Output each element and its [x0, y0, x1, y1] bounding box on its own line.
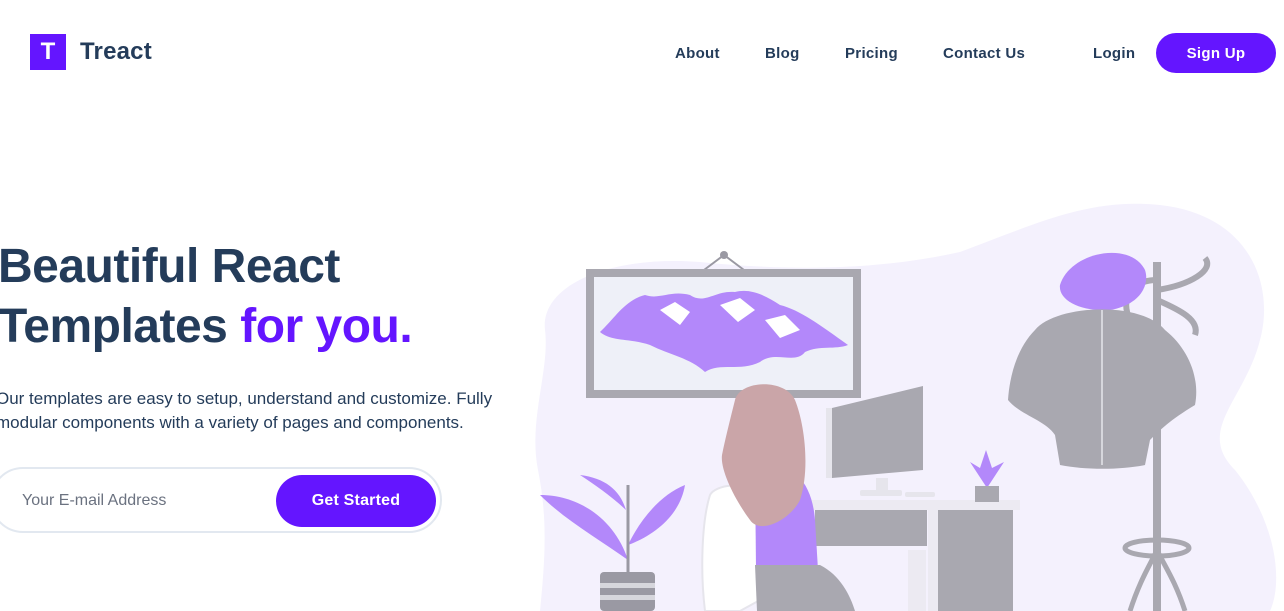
login-link[interactable]: Login: [1093, 45, 1135, 62]
brand-name: Treact: [80, 38, 152, 65]
logo-mark: T: [30, 34, 66, 70]
hero-description: Our templates are easy to setup, underst…: [0, 387, 516, 435]
hero-heading: Beautiful React Templates for you.: [0, 237, 413, 357]
wall-painting: [586, 251, 861, 398]
hero-description-line1: Our templates are easy to setup, underst…: [0, 389, 493, 408]
signup-button[interactable]: Sign Up: [1156, 33, 1276, 73]
hero-heading-line1: Beautiful React: [0, 240, 340, 293]
nav-link-pricing[interactable]: Pricing: [845, 45, 898, 62]
nav-link-contact[interactable]: Contact Us: [943, 45, 1025, 62]
hero-heading-accent: for you.: [240, 300, 413, 353]
brand-logo[interactable]: T Treact: [30, 34, 152, 70]
email-input[interactable]: [20, 485, 264, 517]
get-started-button[interactable]: Get Started: [276, 475, 436, 527]
hero-description-line2: modular components with a variety of pag…: [0, 413, 464, 432]
hero-illustration: [535, 203, 1277, 611]
hero-heading-line2: Templates: [0, 300, 228, 353]
nav-link-blog[interactable]: Blog: [765, 45, 800, 62]
nav-link-about[interactable]: About: [675, 45, 720, 62]
